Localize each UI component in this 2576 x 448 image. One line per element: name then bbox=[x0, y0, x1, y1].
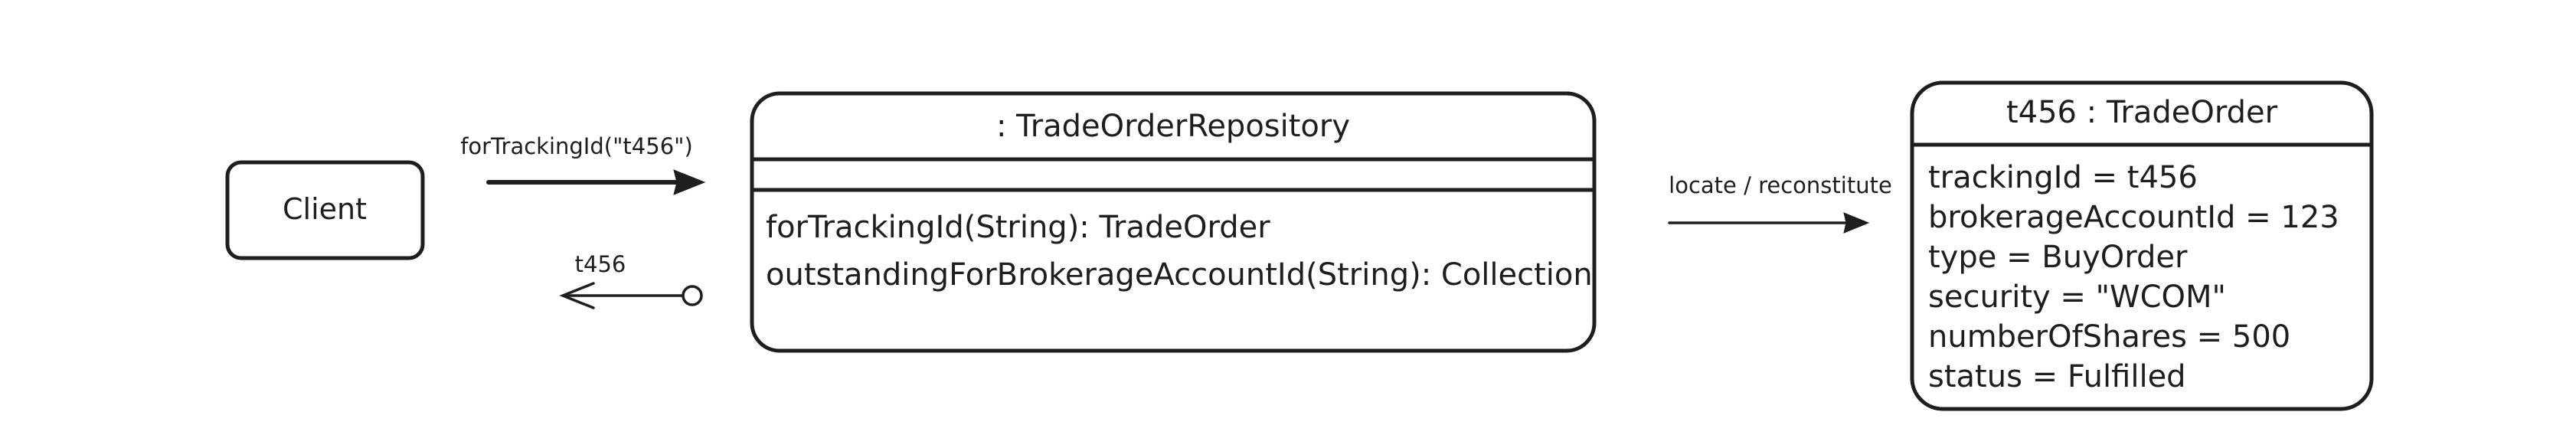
call-edge-label: forTrackingId("t456") bbox=[460, 133, 693, 159]
trade-order-field-2: brokerageAccountId = 123 bbox=[1928, 200, 2339, 235]
trade-order-field-6: status = Fulfilled bbox=[1928, 359, 2186, 394]
locate-edge[interactable]: locate / reconstitute bbox=[1668, 172, 1892, 234]
trade-order-node[interactable]: t456 : TradeOrder trackingId = t456 brok… bbox=[1910, 80, 2374, 411]
call-arrowhead bbox=[673, 169, 706, 195]
return-edge[interactable]: t456 bbox=[559, 251, 703, 309]
return-edge-label: t456 bbox=[575, 251, 626, 277]
return-origin-circle bbox=[682, 285, 703, 306]
diagram-canvas: Client forTrackingId("t456") t456 : Trad… bbox=[225, 80, 2374, 411]
locate-arrowhead bbox=[1843, 212, 1870, 234]
repository-title: : TradeOrderRepository bbox=[996, 109, 1350, 144]
call-edge[interactable]: forTrackingId("t456") bbox=[460, 133, 706, 195]
client-label: Client bbox=[283, 192, 367, 226]
repository-method-1: forTrackingId(String): TradeOrder bbox=[766, 210, 1270, 245]
locate-edge-label: locate / reconstitute bbox=[1669, 172, 1892, 198]
trade-order-field-4: security = "WCOM" bbox=[1928, 280, 2226, 315]
trade-order-title: t456 : TradeOrder bbox=[2006, 95, 2278, 130]
trade-order-field-5: numberOfShares = 500 bbox=[1928, 319, 2290, 355]
trade-order-field-3: type = BuyOrder bbox=[1928, 240, 2188, 275]
client-node[interactable]: Client bbox=[225, 160, 425, 260]
repository-node[interactable]: : TradeOrderRepository forTrackingId(Str… bbox=[750, 91, 1597, 353]
trade-order-field-1: trackingId = t456 bbox=[1928, 160, 2198, 195]
repository-method-2: outstandingForBrokerageAccountId(String)… bbox=[766, 257, 1593, 293]
